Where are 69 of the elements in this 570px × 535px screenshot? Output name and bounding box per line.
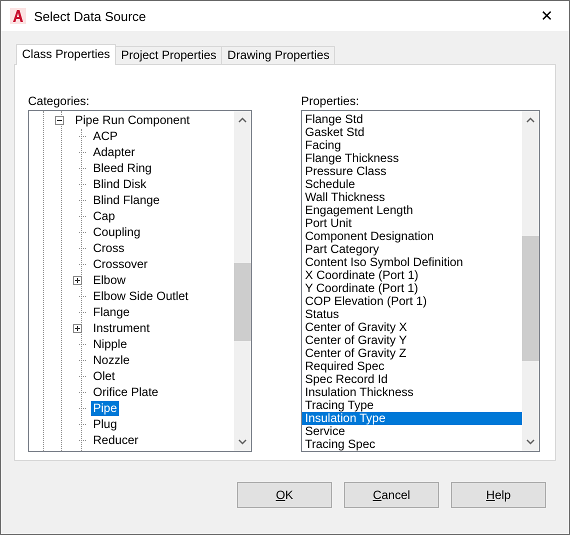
list-item[interactable]: Pressure Class <box>302 165 522 178</box>
tree-item[interactable]: Blind Flange <box>91 192 162 208</box>
tree-item[interactable]: Nipple <box>91 336 130 352</box>
list-item[interactable]: X Coordinate (Port 1) <box>302 269 522 282</box>
list-item[interactable]: Insulation Type <box>302 412 522 425</box>
list-item[interactable]: Center of Gravity X <box>302 321 522 334</box>
tree-item[interactable]: Flange <box>91 304 132 320</box>
list-item[interactable]: Tracing Type <box>302 399 522 412</box>
scrollbar[interactable] <box>522 111 539 451</box>
list-item[interactable]: Port Unit <box>302 217 522 230</box>
tree-item[interactable]: Pipe <box>91 400 120 416</box>
close-button[interactable]: ✕ <box>529 7 565 25</box>
tree-item[interactable]: Bleed Ring <box>91 160 154 176</box>
tree-item[interactable]: Nozzle <box>91 352 132 368</box>
expand-icon[interactable] <box>73 324 82 332</box>
tree-item[interactable]: Olet <box>91 368 118 384</box>
expand-icon[interactable] <box>73 276 82 284</box>
list-item[interactable]: Required Spec <box>302 360 522 373</box>
list-item[interactable]: COP Elevation (Port 1) <box>302 295 522 308</box>
scroll-down-icon[interactable] <box>238 439 247 445</box>
scroll-up-icon[interactable] <box>526 117 535 123</box>
tree-item[interactable]: Elbow <box>91 272 128 288</box>
list-item[interactable]: Center of Gravity Z <box>302 347 522 360</box>
list-item[interactable]: Content Iso Symbol Definition <box>302 256 522 269</box>
app-logo-icon <box>10 8 26 24</box>
list-item[interactable]: Spec Record Id <box>302 373 522 386</box>
tree-item[interactable]: Blind Disk <box>91 176 148 192</box>
tree-item[interactable]: Elbow Side Outlet <box>91 288 190 304</box>
list-item[interactable]: Component Designation <box>302 230 522 243</box>
list-item[interactable]: Wall Thickness <box>302 191 522 204</box>
list-item[interactable]: Tracing Spec <box>302 438 522 451</box>
tree-item[interactable]: Reducer <box>91 432 140 448</box>
list-item[interactable]: Engagement Length <box>302 204 522 217</box>
tree-item[interactable]: ACP <box>91 128 120 144</box>
tab[interactable]: Drawing Properties <box>221 46 336 64</box>
tab[interactable]: Class Properties <box>16 44 116 65</box>
tab[interactable]: Project Properties <box>115 46 222 64</box>
list-item[interactable]: Flange Thickness <box>302 152 522 165</box>
tree-item[interactable]: Coupling <box>91 224 142 240</box>
list-item[interactable]: Schedule <box>302 178 522 191</box>
scroll-down-icon[interactable] <box>526 439 535 445</box>
list-item[interactable]: Status <box>302 308 522 321</box>
list-item[interactable]: Facing <box>302 139 522 152</box>
list-item[interactable]: Insulation Thickness <box>302 386 522 399</box>
list-item[interactable]: Gasket Std <box>302 126 522 139</box>
tree-item[interactable]: Plug <box>91 416 120 432</box>
scroll-up-icon[interactable] <box>238 117 247 123</box>
scrollbar-thumb[interactable] <box>522 236 539 361</box>
window-title: Select Data Source <box>34 8 148 24</box>
scrollbar-thumb[interactable] <box>234 263 251 341</box>
dialog-button[interactable]: Cancel <box>344 482 439 508</box>
tree-item[interactable]: Crossover <box>91 256 150 272</box>
list-item[interactable]: Y Coordinate (Port 1) <box>302 282 522 295</box>
tree-item[interactable]: Pipe Run Component <box>73 112 192 128</box>
properties-label: Properties: <box>301 95 360 110</box>
tree-item[interactable]: Instrument <box>91 320 152 336</box>
list-item[interactable]: Part Category <box>302 243 522 256</box>
list-item[interactable]: Center of Gravity Y <box>302 334 522 347</box>
dialog-button[interactable]: Help <box>451 482 546 508</box>
collapse-icon[interactable] <box>55 116 64 124</box>
dialog-button[interactable]: OK <box>237 482 332 508</box>
tree-item[interactable]: Orifice Plate <box>91 384 160 400</box>
tree-item[interactable]: Adapter <box>91 144 138 160</box>
list-item[interactable]: Service <box>302 425 522 438</box>
scrollbar[interactable] <box>234 111 251 451</box>
tree-item[interactable]: Cap <box>91 208 118 224</box>
list-item[interactable]: Flange Std <box>302 113 522 126</box>
categories-label: Categories: <box>28 95 90 110</box>
tree-item[interactable]: Cross <box>91 240 126 256</box>
